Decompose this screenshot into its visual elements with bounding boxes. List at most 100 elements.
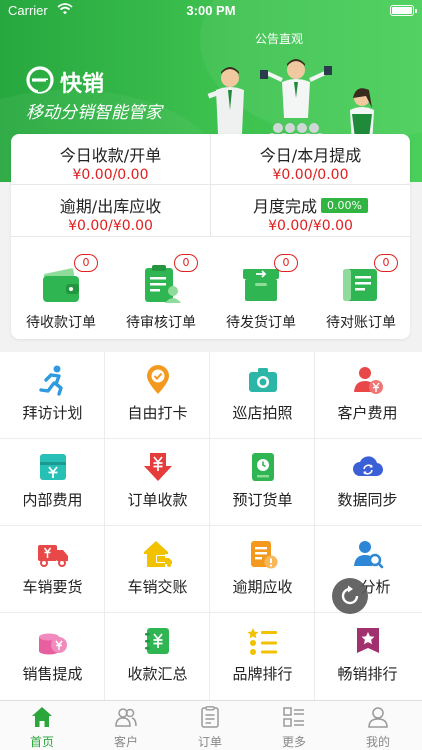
order-pending-payment[interactable]: 0 待收款订单 — [11, 248, 111, 338]
stat-value: ¥0.00/¥0.00 — [68, 218, 153, 234]
tab-customers[interactable]: 客户 — [84, 701, 168, 750]
yen-card-icon — [40, 454, 66, 480]
grid-label: 拜访计划 — [22, 404, 83, 422]
pending-count-badge: 0 — [74, 254, 98, 272]
stats-card: 今日收款/开单 ¥0.00/0.00 今日/本月提成 ¥0.00/0.00 逾期… — [11, 134, 410, 339]
slogan: 移动分销智能管家 — [26, 103, 162, 123]
grid-order-collection[interactable]: 订单收款 — [105, 439, 210, 526]
grid-bestseller-ranking[interactable]: 畅销排行 — [315, 613, 422, 700]
pending-count-badge: 0 — [274, 254, 298, 272]
star-list-icon — [247, 628, 277, 655]
tab-label: 首页 — [29, 735, 54, 749]
bottom-tab-bar: 首页 客户 订单 更多 我的 — [0, 700, 422, 750]
tab-profile[interactable]: 我的 — [336, 701, 420, 750]
clock-doc-icon — [252, 453, 274, 481]
feature-grid: 拜访计划 自由打卡 巡店拍照 客户费用 内部费用 订单收款 预订货单 数据同步 … — [0, 352, 422, 700]
order-pending-review[interactable]: 0 待审核订单 — [111, 248, 211, 338]
grid-label: 订单收款 — [127, 491, 188, 509]
grid-label: 内部费用 — [22, 491, 83, 509]
grid-free-checkin[interactable]: 自由打卡 — [105, 352, 210, 439]
stat-overdue[interactable]: 逾期/出库应收 ¥0.00/¥0.00 — [11, 185, 210, 235]
tab-more[interactable]: 更多 — [252, 701, 336, 750]
grid-van-settlement[interactable]: 车销交账 — [105, 526, 210, 613]
order-label: 待审核订单 — [126, 315, 196, 331]
grid-label: 数据同步 — [337, 491, 398, 509]
pending-count-badge: 0 — [174, 254, 198, 272]
tab-label: 订单 — [197, 735, 222, 749]
divider — [11, 236, 410, 237]
order-label: 待收款订单 — [26, 315, 96, 331]
grid-label: 预订货单 — [232, 491, 293, 509]
grid-label: 畅销排行 — [337, 665, 398, 683]
notice-link[interactable]: 公告直观 — [255, 30, 303, 47]
order-label: 待发货订单 — [226, 315, 296, 331]
stat-value: ¥0.00/0.00 — [272, 167, 349, 183]
home-icon — [32, 707, 52, 727]
grid-label: 自由打卡 — [127, 404, 188, 422]
tab-label: 客户 — [113, 735, 138, 749]
brand-name: 快销 — [60, 72, 105, 97]
tab-orders[interactable]: 订单 — [168, 701, 252, 750]
grid-label: 车销要货 — [22, 578, 83, 596]
order-pending-shipment[interactable]: 0 待发货订单 — [211, 248, 311, 338]
grid-preorder[interactable]: 预订货单 — [210, 439, 315, 526]
pending-count-badge: 0 — [374, 254, 398, 272]
yen-down-arrow-icon — [144, 453, 172, 481]
order-label: 待对账订单 — [326, 315, 396, 331]
search-user-icon — [354, 541, 384, 569]
battery-icon — [390, 5, 417, 16]
grid-brand-ranking[interactable]: 品牌排行 — [210, 613, 315, 700]
stat-label-row: 月度完成 0.00% — [211, 193, 410, 217]
stat-label: 月度完成 — [253, 197, 318, 216]
status-bar: Carrier 3:00 PM — [0, 0, 422, 22]
truck-yen-icon — [38, 545, 68, 567]
clock: 3:00 PM — [186, 3, 236, 18]
logo-e-icon — [26, 66, 54, 94]
refresh-icon — [341, 585, 359, 605]
location-pin-icon — [147, 365, 169, 394]
running-person-icon — [39, 365, 63, 396]
coin-stack-icon — [39, 633, 67, 655]
stat-value: ¥0.00/0.00 — [72, 167, 149, 183]
profile-icon — [368, 707, 388, 728]
star-shield-icon — [357, 628, 379, 653]
grid-label: 车销交账 — [127, 578, 188, 596]
stat-today-collection[interactable]: 今日收款/开单 ¥0.00/0.00 — [11, 134, 210, 184]
stat-label: 逾期/出库应收 — [59, 197, 162, 216]
grid-customer-expense[interactable]: 客户费用 — [315, 352, 422, 439]
tab-home[interactable]: 首页 — [0, 701, 84, 750]
grid-label: 销售提成 — [22, 665, 83, 683]
notebook-yen-icon — [145, 628, 169, 654]
grid-van-request[interactable]: 车销要货 — [0, 526, 105, 613]
stat-monthly-completion[interactable]: 月度完成 0.00% ¥0.00/¥0.00 — [211, 185, 410, 235]
grid-internal-expense[interactable]: 内部费用 — [0, 439, 105, 526]
grid-data-sync[interactable]: 数据同步 — [315, 439, 422, 526]
tab-label: 我的 — [365, 735, 390, 749]
cloud-sync-icon — [353, 456, 384, 477]
grid-label: 客户费用 — [337, 404, 398, 422]
grid-sales-commission[interactable]: 销售提成 — [0, 613, 105, 700]
order-doc-icon — [201, 706, 219, 728]
customers-icon — [115, 708, 137, 727]
stat-label: 今日/本月提成 — [259, 146, 362, 165]
grid-label: 逾期应收 — [232, 578, 293, 596]
completion-percent-badge: 0.00% — [321, 198, 368, 213]
camera-icon — [249, 368, 277, 392]
overdue-doc-icon — [251, 541, 278, 569]
grid-list-icon — [283, 707, 304, 727]
home-truck-icon — [144, 541, 172, 567]
grid-label: 品牌排行 — [232, 665, 293, 683]
stat-commission[interactable]: 今日/本月提成 ¥0.00/0.00 — [211, 134, 410, 184]
customer-yen-icon — [354, 367, 383, 394]
stat-value: ¥0.00/¥0.00 — [268, 218, 353, 234]
grid-label: 收款汇总 — [127, 665, 188, 683]
grid-label: 巡店拍照 — [232, 404, 293, 422]
grid-overdue-receivable[interactable]: 逾期应收 — [210, 526, 315, 613]
grid-visit-plan[interactable]: 拜访计划 — [0, 352, 105, 439]
tab-label: 更多 — [281, 735, 306, 749]
floating-refresh-button[interactable] — [332, 578, 368, 614]
grid-store-photo[interactable]: 巡店拍照 — [210, 352, 315, 439]
grid-collection-summary[interactable]: 收款汇总 — [105, 613, 210, 700]
order-pending-reconciliation[interactable]: 0 待对账订单 — [311, 248, 411, 338]
divider — [210, 134, 211, 236]
